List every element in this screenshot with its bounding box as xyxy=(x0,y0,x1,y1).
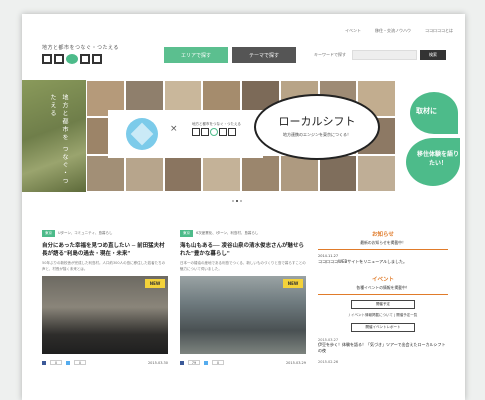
event-subheading: 各種イベントの情報を掲載中！ xyxy=(356,285,410,290)
area-tag[interactable]: 東京 xyxy=(42,230,55,237)
share-count: 0 xyxy=(74,360,86,365)
carousel-dots[interactable] xyxy=(232,200,242,202)
photo-tile xyxy=(86,154,125,192)
news-subheading: 最新のお知らせを掲載中！ xyxy=(360,240,406,245)
top-link-event[interactable]: イベント xyxy=(345,28,361,34)
photo-tile xyxy=(279,154,319,192)
callout-interview-text: 取材に xyxy=(416,107,437,115)
event-item-title[interactable]: 伊豆を歩く！体験を語る！「気づき」ツアーで出会えたローカルシフトの夜 xyxy=(318,342,448,354)
twitter-icon[interactable] xyxy=(204,360,208,365)
page: イベント 移住・交流ノウハウ ココロココとは 地方と都市をつなぐ・つたえる エリ… xyxy=(22,14,465,400)
carousel-dot-active[interactable] xyxy=(236,200,238,202)
carousel-dot[interactable] xyxy=(240,200,242,202)
hero-right-panel: 取材に 移住体験を語りたい！ xyxy=(396,80,465,192)
top-links: イベント 移住・交流ノウハウ ココロココとは xyxy=(345,28,453,34)
twitter-icon[interactable] xyxy=(66,360,70,365)
search-button[interactable]: 検索 xyxy=(420,50,446,60)
article-card[interactable]: 東京 Uターン、コミュニティ、島暮らし 自分にあった幸福を見つめ直したい ─ 前… xyxy=(42,230,168,365)
logo-mark-1 xyxy=(192,128,200,136)
divider xyxy=(318,294,448,295)
top-link-about[interactable]: ココロココとは xyxy=(425,28,453,34)
hero-landscape-photo: 地方と都市を つなぐ・つたえる xyxy=(22,80,86,192)
photo-tile xyxy=(163,154,203,192)
hero-vertical-text: 地方と都市を つなぐ・つたえる xyxy=(49,94,68,186)
sublogo-tagline: 地方と都市をつなぐ・つたえる xyxy=(192,122,241,126)
article-meta: 79 0 2015.03.29 xyxy=(180,360,306,365)
facebook-icon[interactable] xyxy=(42,360,46,365)
kokorokoko-logo xyxy=(192,128,236,136)
site-tagline: 地方と都市をつなぐ・つたえる xyxy=(42,45,119,51)
keyword-label: キーワードで探す xyxy=(314,52,346,57)
search-by-theme-button[interactable]: テーマで探す xyxy=(232,47,296,63)
logo-mark-1 xyxy=(42,54,52,64)
event-links[interactable]: / イベント情報掲載について | 開催予定一覧 xyxy=(318,313,448,318)
hero-logo-panel: × 地方と都市をつなぐ・つたえる xyxy=(108,110,263,158)
logo-mark-3 xyxy=(210,128,218,136)
upcoming-events-button[interactable]: 開催予定 xyxy=(351,300,415,309)
logo-mark-5 xyxy=(228,128,236,136)
sidebar: お知らせ 最新のお知らせを掲載中！ 2014.11.27 ココロココWEBサイト… xyxy=(318,230,448,364)
article-tag-row: 東京 6次産業化、Iターン、利島村、島暮らし xyxy=(180,230,306,237)
photo-tile xyxy=(202,154,241,192)
like-count: 79 xyxy=(188,360,200,365)
keyword-search-input[interactable] xyxy=(352,50,417,60)
logo-mark-2 xyxy=(201,128,209,136)
new-badge: NEW xyxy=(145,279,165,288)
site-logo[interactable] xyxy=(42,54,102,64)
cross-symbol: × xyxy=(170,124,178,134)
area-tag[interactable]: 東京 xyxy=(180,230,193,237)
article-tag-row: 東京 Uターン、コミュニティ、島暮らし xyxy=(42,230,168,237)
speech-bubble: ローカルシフト 地方連携のエンジンを東京につくる！ xyxy=(254,94,380,160)
logo-mark-4 xyxy=(80,54,90,64)
like-count: 0 xyxy=(50,360,62,365)
divider xyxy=(318,249,448,250)
news-item[interactable]: ココロココWEBサイトをリニューアルしました。 xyxy=(318,259,448,265)
facebook-icon[interactable] xyxy=(180,360,184,365)
logo-mark-2 xyxy=(54,54,64,64)
news-date: 2014.11.27 xyxy=(318,254,339,258)
article-description: 50年ぶりの新校舎が完成した利島村。人口約300人の島に移住した若者たちの声と、… xyxy=(42,261,166,271)
article-date: 2015.03.29 xyxy=(285,360,306,365)
share-count: 0 xyxy=(212,360,224,365)
photo-tile xyxy=(318,154,358,192)
top-link-knowhow[interactable]: 移住・交流ノウハウ xyxy=(375,28,411,34)
article-title[interactable]: 海も山もある── 凌谷山泉の清水俊志さんが魅せられた"豊かな暮らし" xyxy=(180,242,306,258)
article-date: 2015.03.30 xyxy=(147,360,168,365)
logo-mark-4 xyxy=(219,128,227,136)
search-by-area-button[interactable]: エリアで探す xyxy=(164,47,228,63)
photo-tile xyxy=(241,154,280,192)
article-tags[interactable]: Uターン、コミュニティ、島暮らし xyxy=(58,231,112,236)
article-meta: 0 0 2015.03.30 xyxy=(42,360,168,365)
event-item-date: 2015.02.26 xyxy=(318,360,339,364)
callout-experience-text: 移住体験を語りたい！ xyxy=(416,151,459,167)
carousel-dot[interactable] xyxy=(232,200,234,202)
article-tags[interactable]: 6次産業化、Iターン、利島村、島暮らし xyxy=(196,231,258,236)
event-report-button[interactable]: 開催イベントレポート xyxy=(351,323,415,332)
bubble-subtitle: 地方連携のエンジンを東京につくる！ xyxy=(283,132,351,137)
event-heading: イベント xyxy=(371,277,394,283)
article-title[interactable]: 自分にあった幸福を見つめ直したい ─ 前田猛夫村長が語る"利島の過去・現在・未来… xyxy=(42,242,168,258)
hero-banner[interactable]: 地方と都市を つなぐ・つたえる × 地方と都市をつなぐ・つたえる ローカルシフト… xyxy=(22,80,465,192)
photo-tile xyxy=(124,154,164,192)
article-card[interactable]: 東京 6次産業化、Iターン、利島村、島暮らし 海も山もある── 凌谷山泉の清水俊… xyxy=(180,230,306,365)
article-description: 日本一の椿油の産地である利島でつくる、新しいものづくりと島で暮らすことの魅力につ… xyxy=(180,261,306,271)
local-shift-logo-icon xyxy=(126,118,158,150)
new-badge: NEW xyxy=(283,279,303,288)
photo-tile xyxy=(357,154,396,192)
logo-mark-5 xyxy=(92,54,102,64)
article-photo[interactable]: NEW xyxy=(180,276,306,354)
bubble-title: ローカルシフト xyxy=(278,115,356,128)
news-heading: お知らせ xyxy=(372,232,394,238)
callout-experience: 移住体験を語りたい！ xyxy=(406,138,460,186)
article-photo[interactable]: NEW xyxy=(42,276,168,354)
logo-mark-3 xyxy=(66,54,78,64)
callout-interview: 取材に xyxy=(410,92,458,134)
